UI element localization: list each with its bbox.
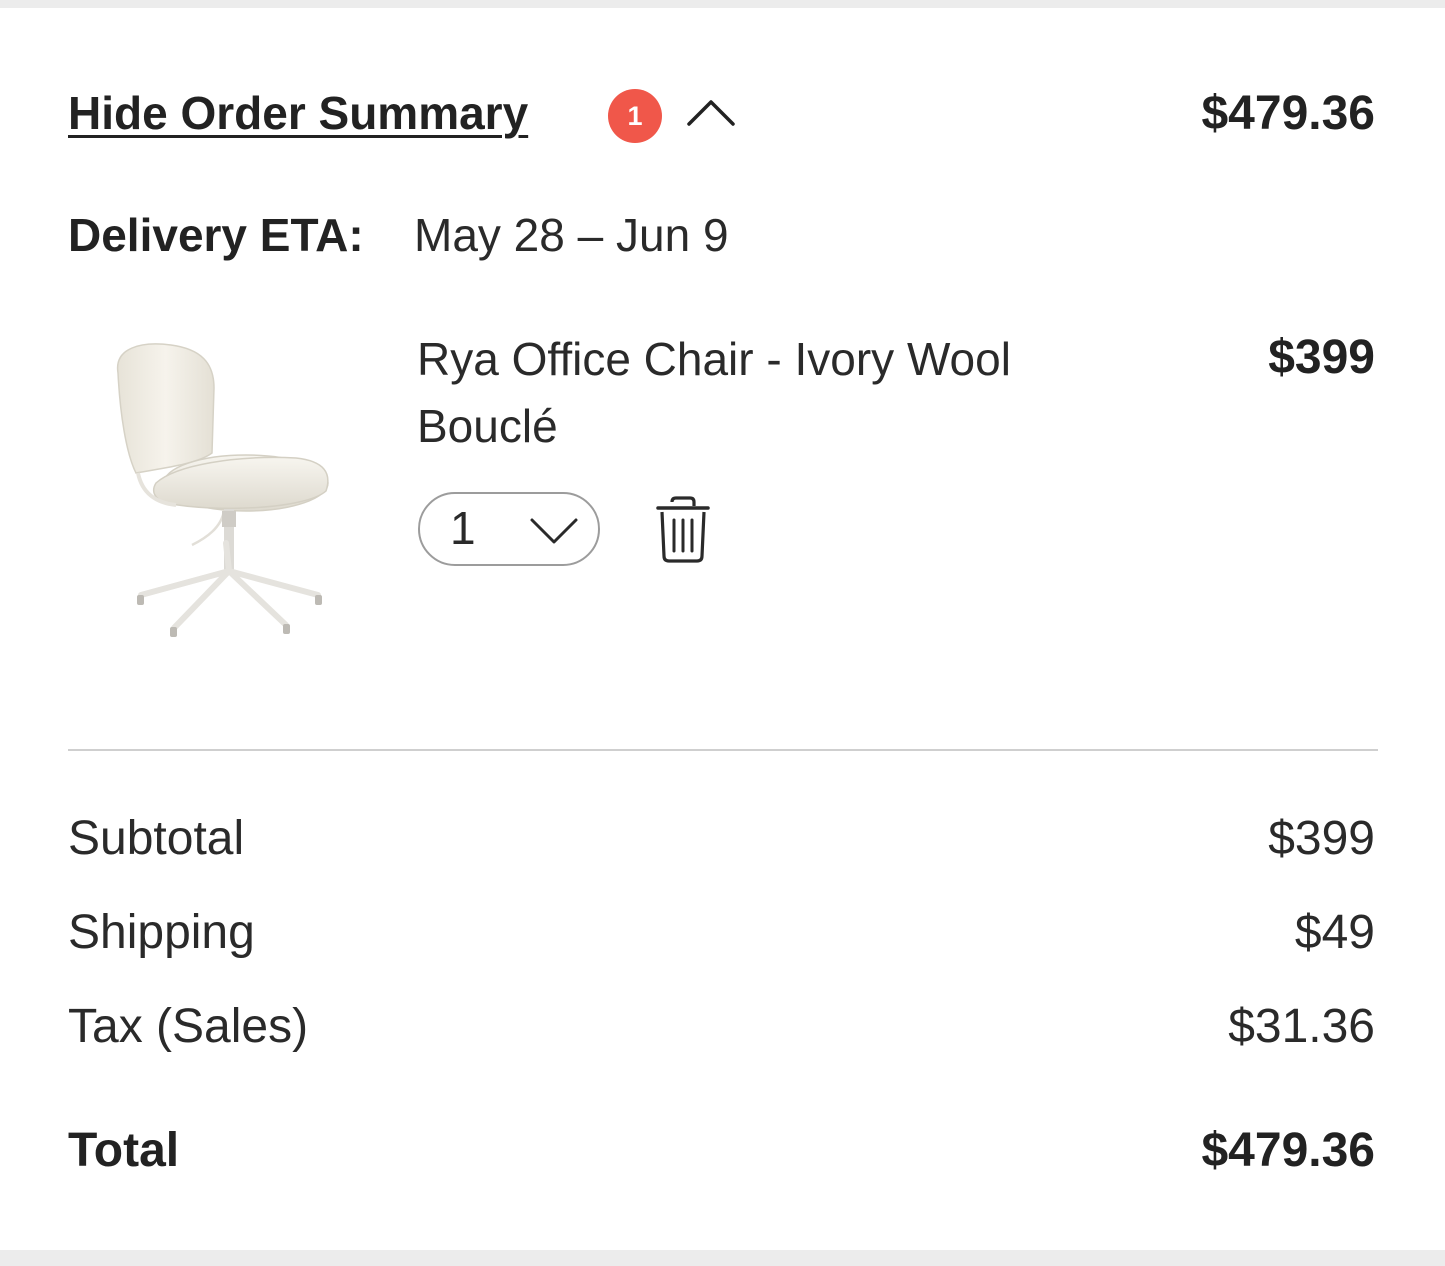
tax-label: Tax (Sales) [68,1000,309,1053]
subtotal-value: $399 [1268,812,1375,865]
delivery-eta-label: Delivery ETA: [68,209,364,261]
hide-order-summary-link[interactable]: Hide Order Summary [68,86,528,140]
subtotal-label: Subtotal [68,812,245,865]
chevron-up-icon[interactable] [684,92,738,132]
total-value: $479.36 [1201,1124,1375,1177]
total-label: Total [68,1124,180,1177]
trash-icon[interactable] [652,496,714,564]
chevron-down-icon [528,514,580,546]
tax-value: $31.36 [1228,1000,1375,1053]
office-chair-image[interactable] [96,333,346,648]
delivery-eta-value: May 28 – Jun 9 [414,209,729,261]
item-count-badge: 1 [608,89,662,143]
summary-divider [68,749,1378,751]
order-summary-panel: Hide Order Summary 1 $479.36 Delivery ET… [0,8,1445,1250]
quantity-value: 1 [450,502,476,554]
shipping-label: Shipping [68,906,255,959]
product-name-link[interactable]: Rya Office Chair - Ivory Wool Bouclé [417,326,1017,460]
shipping-value: $49 [1294,906,1375,959]
product-price: $399 [1268,331,1375,384]
header-total-price: $479.36 [1201,87,1375,140]
